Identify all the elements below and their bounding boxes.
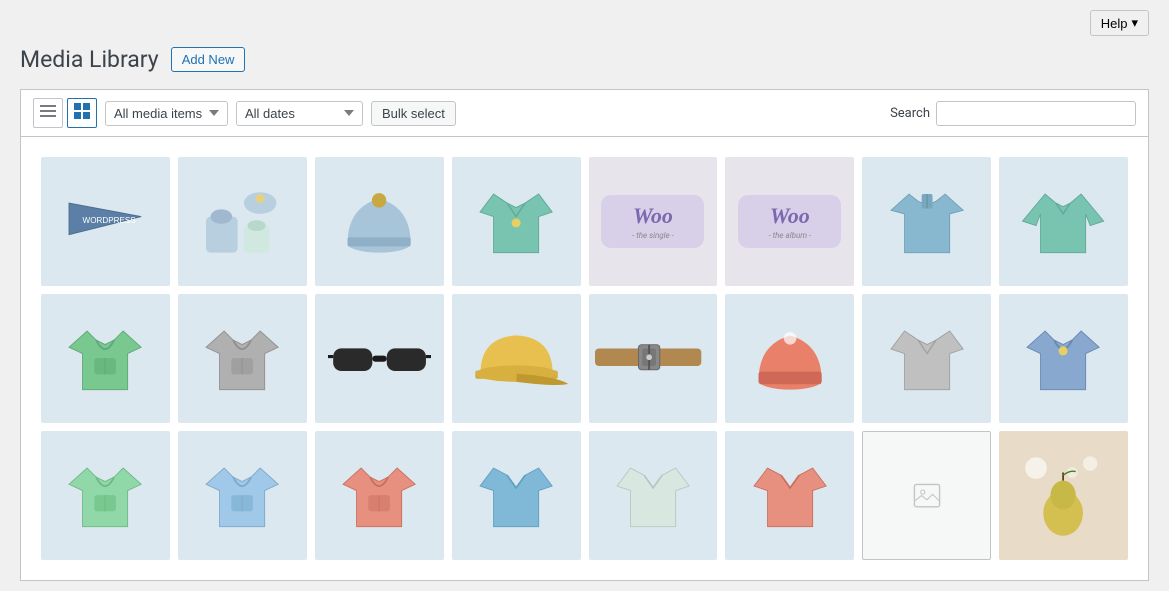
media-item[interactable] [452, 431, 581, 560]
media-item-placeholder[interactable] [862, 431, 991, 560]
media-item[interactable] [178, 431, 307, 560]
grid-view-button[interactable] [67, 98, 97, 128]
media-grid: WORDPRESS [41, 157, 1128, 560]
media-item-photo[interactable] [999, 431, 1128, 560]
media-item[interactable] [315, 157, 444, 286]
media-item[interactable]: Woo - the single - [589, 157, 718, 286]
search-area: Search [890, 101, 1136, 126]
help-label: Help [1101, 16, 1128, 31]
bulk-select-button[interactable]: Bulk select [371, 101, 456, 126]
media-item[interactable] [452, 294, 581, 423]
date-filter[interactable]: All dates January 2024 December 2023 [236, 101, 363, 126]
search-label: Search [890, 106, 930, 121]
media-item[interactable] [862, 294, 991, 423]
media-item[interactable] [725, 294, 854, 423]
toolbar: All media items Images Audio Video Docum… [20, 89, 1149, 136]
media-item[interactable] [589, 431, 718, 560]
search-input[interactable] [936, 101, 1136, 126]
chevron-down-icon: ▾ [1131, 15, 1138, 31]
media-grid-container: WORDPRESS [20, 136, 1149, 581]
media-item[interactable] [178, 157, 307, 286]
view-toggle [33, 98, 97, 128]
media-item[interactable] [725, 431, 854, 560]
list-view-button[interactable] [33, 98, 63, 128]
media-item[interactable] [178, 294, 307, 423]
media-type-filter[interactable]: All media items Images Audio Video Docum… [105, 101, 228, 126]
svg-text:WORDPRESS: WORDPRESS [83, 216, 137, 225]
media-item[interactable] [315, 431, 444, 560]
media-item[interactable] [999, 157, 1128, 286]
media-item[interactable] [41, 431, 170, 560]
media-item[interactable]: Woo - the album - [725, 157, 854, 286]
add-new-button[interactable]: Add New [171, 47, 246, 72]
help-button[interactable]: Help ▾ [1090, 10, 1149, 36]
media-item[interactable] [452, 157, 581, 286]
media-item[interactable] [315, 294, 444, 423]
media-item[interactable]: WORDPRESS [41, 157, 170, 286]
media-item[interactable] [41, 294, 170, 423]
media-item[interactable] [862, 157, 991, 286]
media-item[interactable] [589, 294, 718, 423]
page-title: Media Library [20, 46, 159, 73]
media-item[interactable] [999, 294, 1128, 423]
